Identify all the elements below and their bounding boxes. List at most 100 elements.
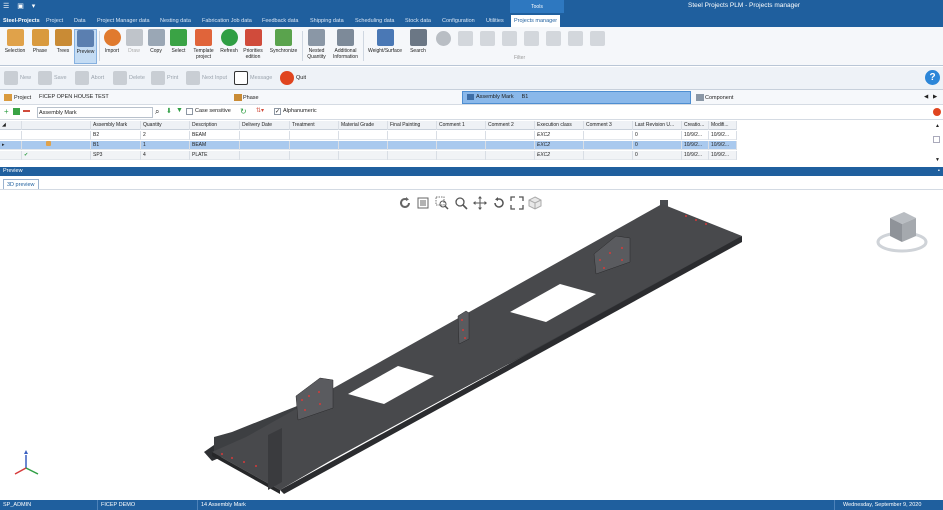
column-header[interactable]: Modifi... [709,121,737,130]
assembly-mark-selector[interactable]: Assembly Mark B1 [462,91,691,104]
grid-checkbox[interactable] [933,136,940,143]
save-filter-icon[interactable] [13,108,20,115]
filter-icon[interactable] [458,31,473,46]
draw-button[interactable]: Draw [124,29,144,54]
tab-feedback-data[interactable]: Feedback data [259,15,301,27]
weight-surface-button[interactable]: Weight/Surface [366,29,404,54]
pin-icon[interactable]: ▪ [938,167,940,176]
table-row-selected[interactable]: ▸ B1 1 BEAM EXC2 0 10/9/2... 10/9/2... [0,141,737,150]
selection-button[interactable]: Selection [3,29,27,54]
remove-icon[interactable] [23,110,30,112]
grid-scrollbar[interactable]: ▲ ▼ [737,121,943,166]
3d-viewport[interactable] [0,189,943,500]
filter-icon[interactable] [480,31,495,46]
filter-icon[interactable] [524,31,539,46]
filter-funnel-icon[interactable]: ▼ [176,107,183,114]
tab-projects-manager[interactable]: Projects manager [511,15,561,27]
case-sensitive-checkbox[interactable] [186,108,193,115]
column-header[interactable]: Creatio... [682,121,709,130]
status-company: FICEP DEMO [98,500,198,510]
case-sensitive-label: Case sensitive [195,108,231,114]
project-name[interactable]: FICEP OPEN HOUSE TEST [39,94,109,100]
column-header[interactable]: Last Revision U... [633,121,682,130]
filter-icon[interactable] [568,31,583,46]
help-icon[interactable]: ? [925,70,940,85]
sort-icon[interactable]: ⇅▾ [256,107,264,114]
assembly-mark-grid: ◢ Assembly Mark Quantity Description Del… [0,121,737,166]
import-button[interactable]: Import [101,29,123,54]
filter-icon[interactable] [546,31,561,46]
trees-icon [54,29,72,46]
priorities-edition-button[interactable]: Priorities edition [241,29,265,60]
assembly-mark-value: B1 [521,94,529,100]
component-selector[interactable]: Component [696,94,733,101]
next-input-button[interactable]: Next Input [186,70,227,87]
beam-model[interactable] [0,190,943,501]
table-row[interactable]: ✔ SP3 4 PLATE EXC2 0 10/9/2... 10/9/2... [0,151,737,160]
abort-button[interactable]: Abort [75,70,104,87]
column-header[interactable]: Assembly Mark [91,121,141,130]
copy-button[interactable]: Copy [146,29,166,54]
nav-next-icon[interactable]: ▶ [933,94,937,100]
synchronize-button[interactable]: Synchronize [267,29,300,54]
tab-nesting-data[interactable]: Nesting data [157,15,194,27]
arrow-down-icon[interactable]: ⬇ [166,107,172,115]
tab-scheduling-data[interactable]: Scheduling data [352,15,397,27]
search-button[interactable]: Search [407,29,429,54]
tab-data[interactable]: Data [71,15,89,27]
phase-selector[interactable]: Phase [234,94,259,101]
filter-icon[interactable] [590,31,605,46]
preview-button[interactable]: Preview [74,29,97,64]
tab-project-manager-data[interactable]: Project Manager data [94,15,153,27]
additional-information-button[interactable]: Additional Information [330,29,361,60]
phase-button[interactable]: Phase [29,29,51,54]
column-header[interactable]: Quantity [141,121,190,130]
table-row[interactable]: B2 2 BEAM EXC2 0 10/9/2... 10/9/2... [0,131,737,140]
tab-project[interactable]: Project [43,15,66,27]
column-header[interactable]: Comment 3 [584,121,633,130]
filter-icon[interactable] [502,31,517,46]
column-header[interactable]: Comment 1 [437,121,486,130]
alphanumeric-checkbox[interactable]: ✓ [274,108,281,115]
column-header[interactable]: Material Grade [339,121,388,130]
column-header[interactable]: Final Painting [388,121,437,130]
new-button[interactable]: New [4,70,31,87]
nav-prev-icon[interactable]: ◀ [924,94,928,100]
template-project-button[interactable]: Template project [191,29,216,60]
quit-button[interactable]: Quit [280,70,306,87]
refresh-icon[interactable]: ↻ [240,107,247,116]
message-icon [234,70,248,85]
tab-3d-preview[interactable]: 3D preview [3,179,39,189]
column-header[interactable]: Comment 2 [486,121,535,130]
tab-steel-projects[interactable]: Steel-Projects [0,15,43,27]
print-button[interactable]: Print [151,70,178,87]
nested-quantity-button[interactable]: Nested Quantity [304,29,329,60]
tab-shipping-data[interactable]: Shipping data [307,15,347,27]
column-header[interactable]: Execution class [535,121,584,130]
view-cube[interactable] [872,208,932,258]
scroll-down-icon[interactable]: ▼ [935,157,940,163]
refresh-button[interactable]: Refresh [218,29,240,54]
column-header[interactable]: Description [190,121,240,130]
column-header[interactable]: Delivery Date [240,121,290,130]
add-icon[interactable]: + [4,108,11,116]
trees-button[interactable]: Trees [52,29,74,54]
search-input[interactable] [37,107,153,118]
front-flange [268,428,282,490]
quick-access-toolbar[interactable]: ☰ ▣ ▾ [3,2,38,10]
save-button[interactable]: Save [38,70,67,87]
search-icon[interactable]: ⌕ [155,107,159,116]
delete-button[interactable]: Delete [113,70,145,87]
filter-circle-icon[interactable] [436,31,451,46]
scroll-up-icon[interactable]: ▲ [935,123,940,129]
tab-configuration[interactable]: Configuration [439,15,478,27]
select-button[interactable]: Select [168,29,189,54]
tab-utilities[interactable]: Utilities [483,15,507,27]
tab-fabrication-job-data[interactable]: Fabrication Job data [199,15,255,27]
message-button[interactable]: Message [234,70,272,87]
tab-stock-data[interactable]: Stock data [402,15,434,27]
column-header[interactable]: Treatment [290,121,339,130]
grid-corner[interactable]: ◢ [0,121,22,130]
stop-icon[interactable] [933,108,941,116]
app-window: ☰ ▣ ▾ Tools Steel Projects PLM - Project… [0,0,943,510]
